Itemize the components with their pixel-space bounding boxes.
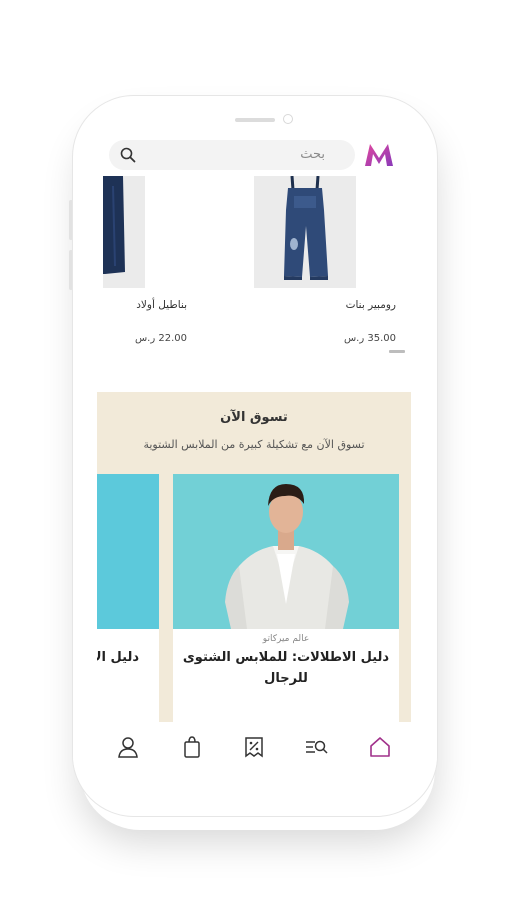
phone-speaker	[235, 118, 275, 122]
card-title: دليل الاطلالات: للملابس الشتوى للرجال	[182, 650, 390, 686]
guide-card[interactable]: عالم ميركاتو دليل الاطلالات: للملابس الش…	[173, 474, 399, 722]
product-price: 35.00 ر.س	[343, 333, 396, 344]
product-name: رومبير بنات	[345, 299, 396, 311]
phone-camera	[283, 114, 293, 124]
home-icon[interactable]	[367, 734, 393, 760]
categories-icon[interactable]	[303, 734, 329, 760]
card-image	[97, 474, 159, 629]
search-input[interactable]: بحث	[109, 140, 355, 170]
card-tag: عالم ميركاتو	[262, 634, 310, 644]
promo-title: تسوق الآن	[220, 410, 288, 425]
scroll-indicator	[389, 350, 405, 353]
offers-icon[interactable]	[241, 734, 267, 760]
phone-frame: بحث رومبير بنات بناطيل أولاد 35.00 ر.س 2…	[72, 95, 438, 817]
search-placeholder: بحث	[300, 147, 325, 162]
card-title: دليل الا	[97, 650, 139, 665]
product-price: 22.00 ر.س	[134, 333, 187, 344]
bottom-tab-bar	[73, 724, 437, 770]
product-image-pants[interactable]	[103, 176, 145, 288]
product-name: بناطيل أولاد	[136, 299, 187, 311]
model-photo	[173, 474, 399, 629]
card-image	[173, 474, 399, 629]
search-icon[interactable]	[119, 146, 137, 164]
profile-icon[interactable]	[115, 734, 141, 760]
guide-card-partial[interactable]: دليل الا	[97, 474, 159, 722]
overalls-image	[254, 176, 356, 288]
product-image-romper[interactable]	[254, 176, 356, 288]
shop-now-section: تسوق الآن تسوق الآن مع تشكيلة كبيرة من ا…	[97, 392, 411, 722]
jeans-image	[103, 176, 145, 288]
bag-icon[interactable]	[179, 734, 205, 760]
promo-subtitle: تسوق الآن مع تشكيلة كبيرة من الملابس الش…	[143, 438, 365, 451]
brand-logo[interactable]	[363, 140, 395, 168]
